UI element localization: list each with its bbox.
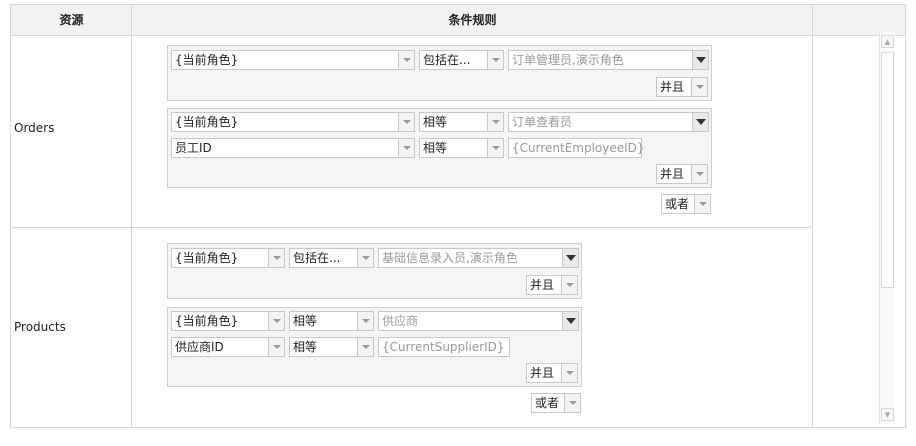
chevron-down-icon[interactable]: [692, 51, 708, 69]
operator-select[interactable]: 包括在...: [419, 50, 504, 70]
header-rules: 条件规则: [448, 13, 497, 27]
chevron-down-icon[interactable]: [357, 249, 373, 267]
outer-logic-select[interactable]: 或者: [531, 393, 581, 413]
chevron-down-icon[interactable]: [487, 139, 503, 157]
condition-group: {当前角色} 包括在... 订单管理员,演示角色 并且: [167, 45, 712, 101]
chevron-down-icon[interactable]: [562, 249, 578, 267]
chevron-down-icon[interactable]: [398, 139, 414, 157]
field-select[interactable]: 员工ID: [171, 138, 415, 158]
group-logic-select[interactable]: 并且: [526, 363, 578, 383]
chevron-down-icon[interactable]: [487, 113, 503, 131]
chevron-down-icon[interactable]: [357, 312, 373, 330]
operator-select[interactable]: 相等: [289, 337, 374, 357]
chevron-down-icon[interactable]: [692, 113, 708, 131]
chevron-down-icon[interactable]: [268, 338, 284, 356]
group-logic-select[interactable]: 并且: [656, 164, 708, 184]
chevron-down-icon[interactable]: [694, 195, 710, 213]
operator-select[interactable]: 相等: [419, 138, 504, 158]
value-select[interactable]: 订单管理员,演示角色: [508, 50, 709, 70]
value-select[interactable]: 供应商: [378, 311, 579, 331]
field-select[interactable]: {当前角色}: [171, 311, 285, 331]
chevron-down-icon[interactable]: [487, 51, 503, 69]
resource-products: Products: [14, 320, 66, 334]
resource-orders: Orders: [14, 121, 55, 135]
chevron-down-icon[interactable]: [357, 338, 373, 356]
outer-logic-select[interactable]: 或者: [661, 194, 711, 214]
chevron-down-icon[interactable]: [691, 78, 707, 96]
operator-select[interactable]: 相等: [289, 311, 374, 331]
chevron-down-icon[interactable]: [268, 249, 284, 267]
chevron-down-icon[interactable]: [561, 276, 577, 294]
field-select[interactable]: {当前角色}: [171, 112, 415, 132]
field-select[interactable]: {当前角色}: [171, 50, 415, 70]
chevron-down-icon[interactable]: [564, 394, 580, 412]
value-input[interactable]: {CurrentEmployeeID}: [508, 138, 645, 158]
condition-group: {当前角色} 相等 订单查看员 员工ID 相等 {CurrentEmployee…: [167, 108, 712, 188]
value-input[interactable]: {CurrentSupplierID}: [378, 337, 510, 357]
operator-select[interactable]: 包括在...: [289, 248, 374, 268]
value-select[interactable]: 订单查看员: [508, 112, 709, 132]
chevron-down-icon[interactable]: [562, 312, 578, 330]
field-select[interactable]: {当前角色}: [171, 248, 285, 268]
field-select[interactable]: 供应商ID: [171, 337, 285, 357]
operator-select[interactable]: 相等: [419, 112, 504, 132]
chevron-down-icon[interactable]: [691, 165, 707, 183]
chevron-down-icon[interactable]: [561, 364, 577, 382]
value-select[interactable]: 基础信息录入员,演示角色: [378, 248, 579, 268]
scrollbar-thumb[interactable]: [881, 52, 894, 288]
group-logic-select[interactable]: 并且: [526, 275, 578, 295]
scroll-up-icon[interactable]: ▲: [881, 35, 894, 48]
chevron-down-icon[interactable]: [268, 312, 284, 330]
group-logic-select[interactable]: 并且: [656, 77, 708, 97]
header-resource: 资源: [59, 13, 84, 27]
condition-group: {当前角色} 包括在... 基础信息录入员,演示角色 并且: [167, 243, 582, 299]
condition-group: {当前角色} 相等 供应商 供应商ID 相等 {CurrentSupplierI…: [167, 307, 582, 387]
chevron-down-icon[interactable]: [398, 113, 414, 131]
vertical-scrollbar[interactable]: ▲ ▼: [879, 32, 895, 424]
rules-table: 资源 条件规则 Orders {当前角色} 包括在... 订单管理员,演示角色 …: [10, 4, 906, 428]
scroll-down-icon[interactable]: ▼: [881, 408, 894, 421]
chevron-down-icon[interactable]: [398, 51, 414, 69]
table-header: 资源 条件规则: [11, 5, 905, 36]
